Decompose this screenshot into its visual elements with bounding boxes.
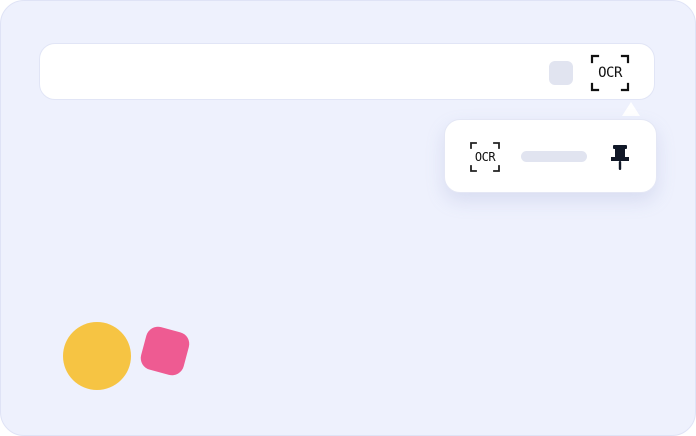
browser-toolbar: OCR bbox=[39, 43, 655, 100]
decorative-pink-shape bbox=[138, 324, 192, 378]
pin-button[interactable] bbox=[605, 140, 635, 174]
extension-popup: OCR bbox=[444, 119, 657, 193]
popup-ocr-label: OCR bbox=[474, 150, 496, 164]
popup-ocr-item[interactable]: OCR bbox=[468, 140, 502, 174]
browser-window: OCR OCR bbox=[0, 0, 696, 436]
pin-icon bbox=[611, 145, 629, 170]
popup-item-name-placeholder bbox=[521, 151, 587, 162]
extension-placeholder-icon[interactable] bbox=[549, 61, 573, 85]
ocr-toolbar-button[interactable]: OCR bbox=[589, 53, 631, 93]
decorative-yellow-circle bbox=[63, 322, 131, 390]
popup-arrow bbox=[622, 102, 640, 116]
ocr-button-label: OCR bbox=[598, 65, 622, 81]
